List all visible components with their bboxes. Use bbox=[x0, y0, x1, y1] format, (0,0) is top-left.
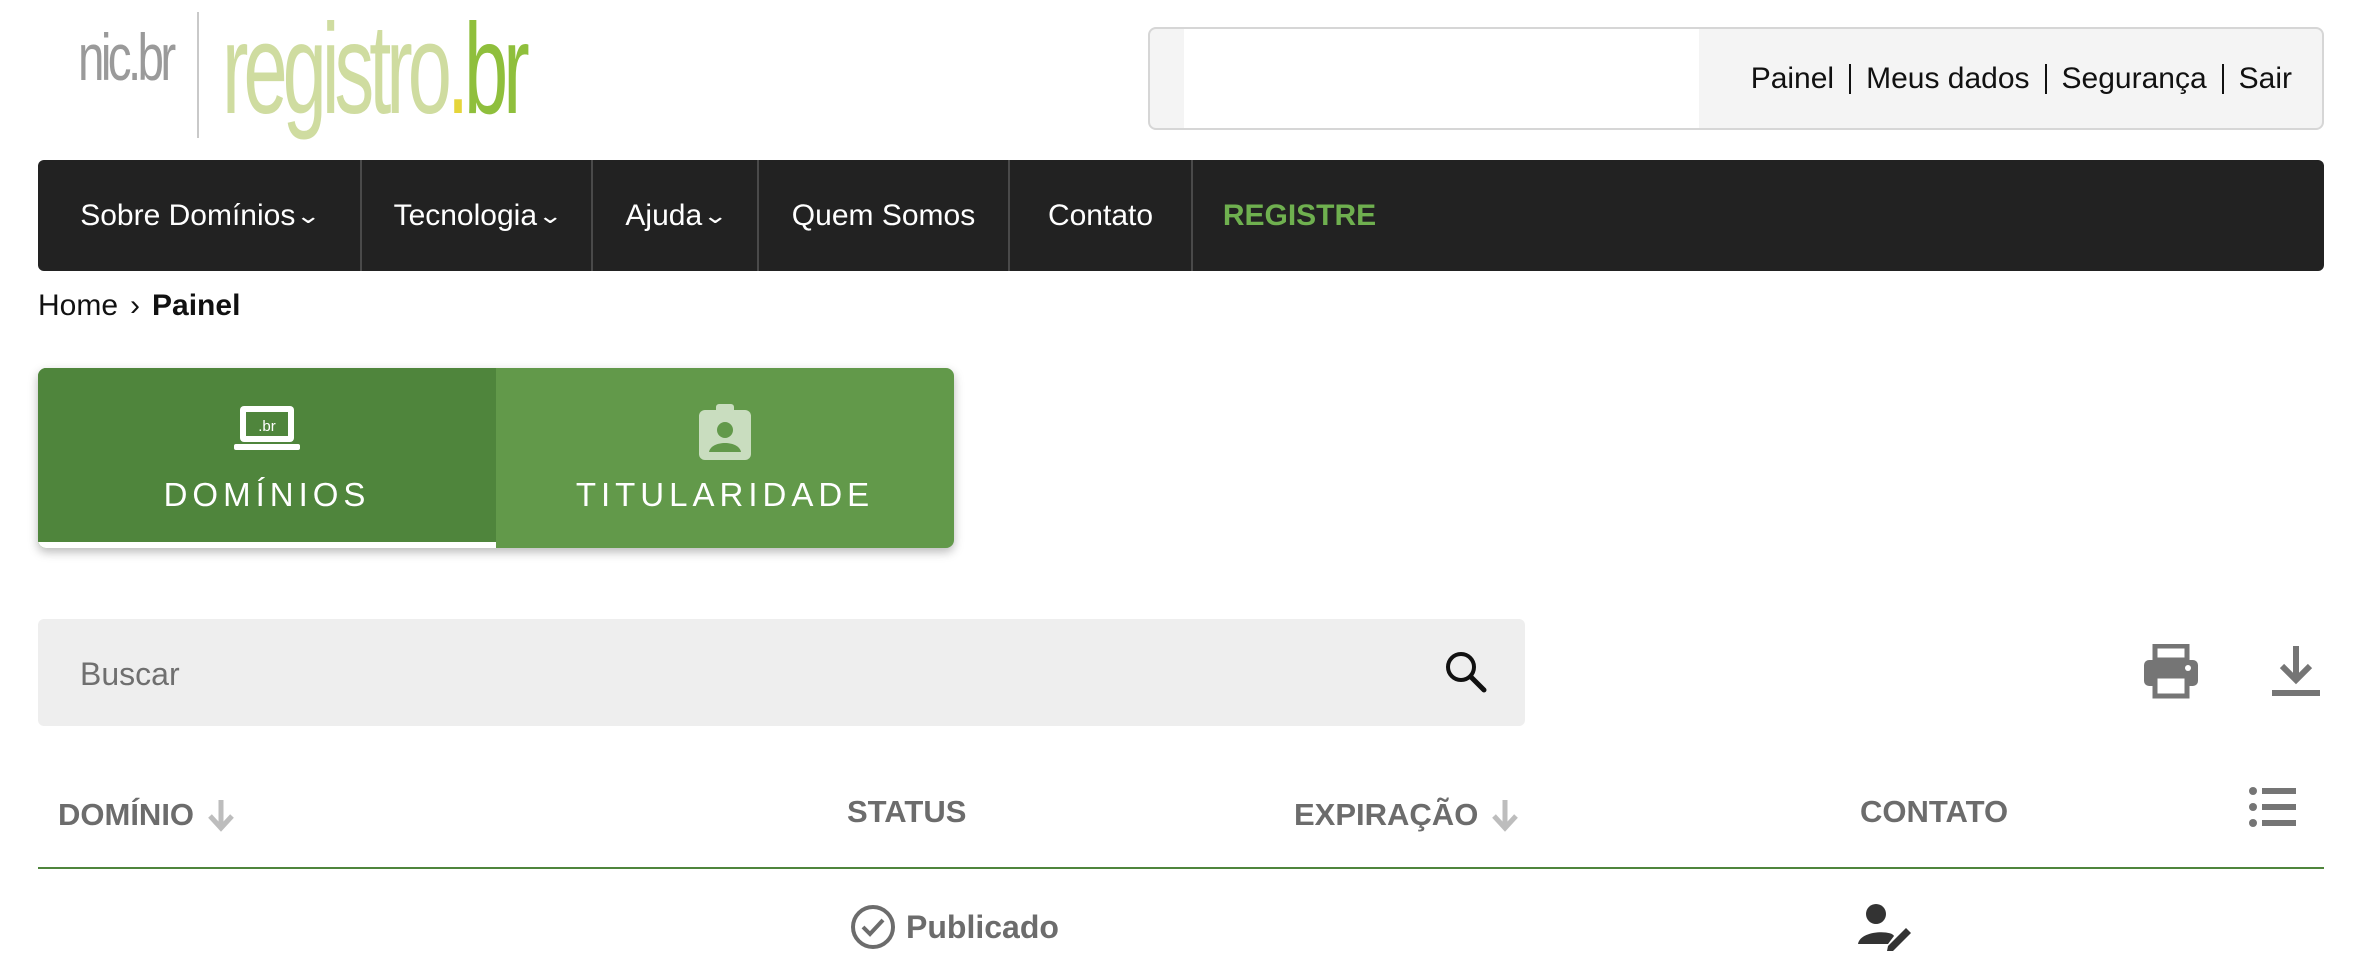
chevron-down-icon: ⌄ bbox=[537, 202, 564, 228]
print-icon[interactable] bbox=[2142, 644, 2200, 700]
nav-item-tecnologia[interactable]: Tecnologia ⌄ bbox=[362, 160, 593, 271]
nav-item-contato[interactable]: Contato bbox=[1010, 160, 1193, 271]
chevron-down-icon: ⌄ bbox=[702, 202, 729, 228]
nav-label: Quem Somos bbox=[791, 198, 976, 232]
svg-text:.br: .br bbox=[258, 418, 276, 435]
edit-contact-icon[interactable] bbox=[1858, 902, 1912, 952]
column-header-contact: CONTATO bbox=[1860, 792, 2008, 832]
header-label: CONTATO bbox=[1860, 794, 2009, 829]
link-divider bbox=[2221, 63, 2224, 94]
nav-item-sobre-dominios[interactable]: Sobre Domínios ⌄ bbox=[38, 160, 362, 271]
download-icon[interactable] bbox=[2270, 644, 2322, 700]
sort-arrow-down-icon[interactable] bbox=[206, 798, 236, 832]
tab-dominios[interactable]: .br DOMÍNIOS bbox=[38, 368, 496, 548]
check-circle-icon bbox=[851, 905, 895, 949]
column-settings-icon[interactable] bbox=[2248, 786, 2298, 828]
search-icon[interactable] bbox=[1444, 650, 1488, 694]
tab-label: DOMÍNIOS bbox=[163, 476, 371, 513]
sort-arrow-down-icon[interactable] bbox=[1490, 798, 1520, 832]
section-tabs: .br DOMÍNIOS TITULARIDADE bbox=[38, 368, 954, 548]
table-row-status: Publicado bbox=[850, 904, 1059, 950]
search-box bbox=[38, 619, 1525, 726]
meus-dados-link[interactable]: Meus dados bbox=[1866, 62, 2029, 96]
link-divider bbox=[1849, 63, 1852, 94]
logo-registro-text: registro bbox=[222, 0, 452, 141]
nav-label: REGISTRE bbox=[1222, 198, 1377, 232]
search-input[interactable] bbox=[78, 645, 1382, 703]
column-header-expiration[interactable]: EXPIRAÇÃO bbox=[1294, 795, 1520, 835]
painel-link[interactable]: Painel bbox=[1751, 62, 1834, 96]
nav-item-ajuda[interactable]: Ajuda ⌄ bbox=[593, 160, 759, 271]
nav-item-registre[interactable]: REGISTRE bbox=[1193, 160, 1406, 271]
column-header-domain[interactable]: DOMÍNIO bbox=[58, 795, 236, 835]
badge-icon bbox=[699, 404, 751, 460]
nav-label: Tecnologia bbox=[393, 198, 537, 232]
link-divider bbox=[2044, 63, 2047, 94]
tab-titularidade[interactable]: TITULARIDADE bbox=[496, 368, 954, 548]
seguranca-link[interactable]: Segurança bbox=[2062, 62, 2207, 96]
header-label: STATUS bbox=[847, 794, 967, 829]
breadcrumb-home[interactable]: Home bbox=[38, 289, 118, 322]
breadcrumb-separator: › bbox=[130, 289, 141, 322]
column-header-status: STATUS bbox=[847, 792, 966, 832]
user-info-area bbox=[1184, 29, 1699, 128]
header-label: EXPIRAÇÃO bbox=[1294, 797, 1479, 832]
nav-label: Contato bbox=[1047, 198, 1154, 232]
user-menu-box: Painel Meus dados Segurança Sair bbox=[1148, 27, 2324, 130]
logo-divider bbox=[197, 12, 199, 138]
chevron-down-icon: ⌄ bbox=[295, 202, 322, 228]
breadcrumb: Home › Painel bbox=[38, 286, 240, 326]
main-nav: Sobre Domínios ⌄ Tecnologia ⌄ Ajuda ⌄ Quem … bbox=[38, 160, 2324, 271]
laptop-icon: .br bbox=[234, 406, 300, 450]
nav-label: Ajuda bbox=[625, 198, 703, 232]
registro-br-logo[interactable]: registro.br bbox=[222, 4, 530, 136]
user-links: Painel Meus dados Segurança Sair bbox=[1751, 29, 2292, 128]
status-text: Publicado bbox=[906, 908, 1059, 945]
table-header-rule bbox=[38, 867, 2324, 869]
nav-item-quem-somos[interactable]: Quem Somos bbox=[759, 160, 1010, 271]
header-label: DOMÍNIO bbox=[58, 797, 195, 832]
sair-link[interactable]: Sair bbox=[2239, 62, 2292, 96]
nav-label: Sobre Domínios bbox=[80, 198, 296, 232]
nic-br-logo[interactable]: nic.br bbox=[78, 22, 176, 92]
breadcrumb-current: Painel bbox=[152, 289, 241, 322]
tab-label: TITULARIDADE bbox=[575, 476, 875, 513]
logo-br-text: br bbox=[464, 0, 530, 141]
logo-dot-text: . bbox=[446, 0, 469, 141]
